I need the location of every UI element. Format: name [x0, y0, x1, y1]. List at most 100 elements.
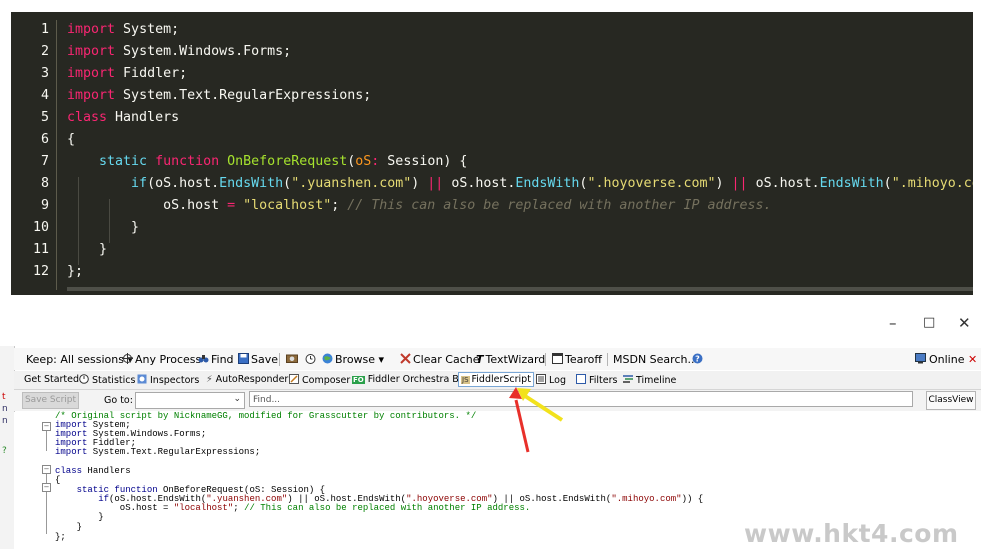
code-text: import System.Windows.Forms; [67, 44, 292, 59]
save-label: Save [251, 353, 279, 366]
tab-log[interactable]: Log [536, 374, 566, 386]
line-number: 10 [32, 220, 49, 235]
toolbar-separator [607, 353, 608, 366]
code-text: oS.host = "localhost"; // This can also … [67, 198, 772, 213]
goto-select[interactable]: ⌄ [135, 392, 245, 409]
code-text: }; [67, 264, 84, 279]
save-disk-icon [238, 353, 249, 364]
code-block: 1 import System; 2 import System.Windows.Fo… [11, 12, 973, 295]
code-line: 3 import Fiddler; [11, 63, 973, 85]
browse-globe-icon [322, 353, 333, 364]
clear-cache-icon [400, 353, 411, 364]
browse-button[interactable]: Browse ▾ [322, 353, 384, 366]
code-line: 12}; [11, 261, 973, 283]
statistics-icon [79, 374, 89, 384]
online-label: Online [929, 353, 965, 366]
editor-line: }; [55, 532, 66, 542]
line-number: 11 [32, 242, 49, 257]
editor-line: oS.host = "localhost"; // This can also … [55, 503, 531, 513]
close-button[interactable]: ✕ [958, 314, 971, 332]
save-button[interactable]: Save [238, 353, 278, 366]
clear-cache-button[interactable]: Clear Cache [400, 353, 479, 366]
browse-label: Browse ▾ [335, 353, 385, 366]
any-process-crosshair-icon [122, 353, 133, 364]
fiddlerscript-icon: JS [461, 376, 470, 384]
tab-filters[interactable]: Filters [576, 374, 617, 386]
code-text: } [67, 242, 108, 257]
find-input[interactable]: Find... [249, 391, 913, 407]
session-mark: t [2, 392, 6, 402]
fold-toggle-icon[interactable]: − [42, 483, 51, 492]
tab-strip: Get Started Statistics Inspectors ⚡ AutoR… [14, 371, 981, 390]
tab-get-started[interactable]: Get Started [24, 374, 79, 385]
any-process-button[interactable]: Any Process [122, 353, 201, 366]
close-online-icon[interactable]: ✕ [968, 353, 977, 366]
fiddler-orchestra-icon: FO [352, 376, 365, 384]
filters-icon [576, 374, 586, 384]
code-text: import Fiddler; [67, 66, 188, 81]
svg-text:?: ? [695, 355, 700, 364]
tab-autoresponder-label: AutoResponder [215, 374, 289, 385]
code-text: if(oS.host.EndsWith(".yuanshen.com") || … [131, 176, 973, 191]
tab-composer-label: Composer [302, 375, 351, 386]
tab-statistics[interactable]: Statistics [79, 374, 135, 386]
tab-inspectors[interactable]: Inspectors [137, 374, 199, 386]
tearoff-icon [552, 353, 563, 364]
code-text: static function OnBeforeRequest(oS: Sess… [99, 154, 468, 169]
tab-composer[interactable]: Composer [289, 374, 350, 386]
script-toolbar: Save Script Go to: ⌄ Find... ClassView [14, 390, 981, 411]
line-number: 5 [40, 110, 49, 125]
tab-autoresponder[interactable]: ⚡ AutoResponder [206, 374, 288, 385]
tab-fiddler-orchestra[interactable]: FO Fiddler Orchestra Beta [352, 374, 474, 385]
code-text: { [67, 132, 76, 147]
editor-line: import System.Text.RegularExpressions; [55, 447, 261, 457]
maximize-button[interactable]: □ [923, 315, 935, 330]
find-button[interactable]: Find [198, 353, 234, 366]
autoresponder-icon: ⚡ [206, 374, 213, 385]
fold-toggle-icon[interactable]: − [42, 422, 51, 431]
code-line: 4 import System.Text.RegularExpressions; [11, 85, 973, 107]
online-status[interactable]: Online [915, 353, 964, 366]
text-wizard-icon: T [476, 353, 484, 366]
screenshot-button[interactable] [286, 353, 298, 366]
code-line: 5 class Handlers [11, 107, 973, 129]
code-text: import System.Text.RegularExpressions; [67, 88, 372, 103]
line-number: 1 [40, 22, 49, 37]
line-number: 2 [40, 44, 49, 59]
tearoff-label: Tearoff [565, 353, 602, 366]
fold-line [46, 431, 47, 451]
minimize-button[interactable]: – [889, 314, 897, 332]
timer-button[interactable] [305, 353, 316, 367]
timeline-icon [623, 375, 633, 383]
line-number: 3 [40, 66, 49, 81]
tab-inspectors-label: Inspectors [150, 375, 200, 386]
line-number: 9 [40, 198, 49, 213]
tab-fiddlerscript-label: FiddlerScript [471, 374, 531, 385]
tearoff-button[interactable]: Tearoff [552, 353, 602, 366]
find-binoculars-icon [198, 355, 209, 363]
timer-icon [305, 354, 316, 364]
tab-fiddlerscript[interactable]: JS FiddlerScript [458, 372, 534, 387]
classview-button[interactable]: ClassView [926, 391, 976, 410]
save-script-button[interactable]: Save Script [22, 392, 79, 409]
code-line: 7 static function OnBeforeRequest(oS: Se… [11, 151, 973, 173]
editor-line: } [55, 522, 83, 532]
keep-sessions-dropdown[interactable]: Keep: All sessions ▾ [26, 353, 133, 366]
msdn-search-button[interactable]: MSDN Search... [613, 353, 698, 366]
help-button[interactable]: ? [692, 353, 703, 367]
session-mark: n [2, 416, 8, 426]
text-wizard-button[interactable]: T TextWizard [476, 353, 545, 366]
code-line: 6{ [11, 129, 973, 151]
session-mark: n [2, 404, 8, 414]
fold-toggle-icon[interactable]: − [42, 465, 51, 474]
tab-timeline[interactable]: Timeline [623, 374, 676, 386]
online-icon [915, 353, 926, 364]
inspectors-icon [137, 374, 147, 384]
code-line: 10 } [11, 217, 973, 239]
main-toolbar: Keep: All sessions ▾ Any Process Find Sa… [14, 348, 981, 370]
watermark: www.hkt4.com [744, 519, 959, 548]
horizontal-scrollbar[interactable] [67, 287, 973, 291]
code-text: import System; [67, 22, 180, 37]
composer-icon [289, 374, 299, 384]
line-number: 8 [40, 176, 49, 191]
